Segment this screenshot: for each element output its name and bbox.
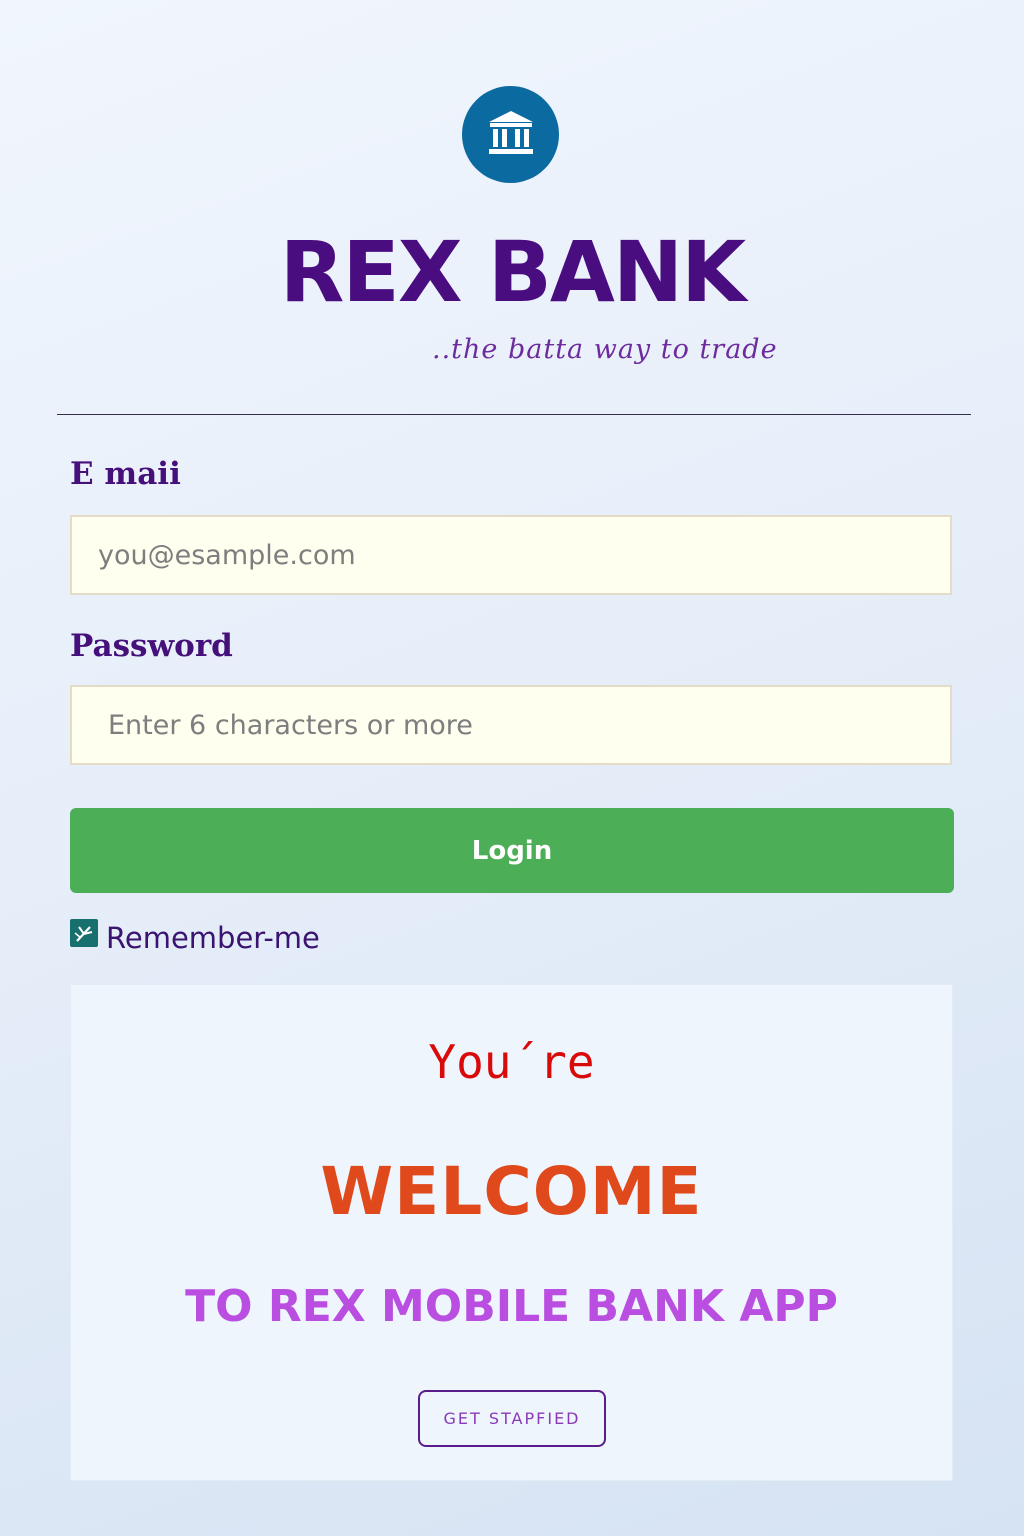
- bank-logo: [462, 86, 559, 183]
- header-divider: [57, 414, 971, 415]
- welcome-pre-text: You´re: [428, 1035, 595, 1089]
- brand-title: REX BANK: [279, 223, 747, 321]
- welcome-subheading: TO REX MOBILE BANK APP: [185, 1281, 838, 1332]
- email-field[interactable]: [70, 515, 952, 595]
- checkbox-icon[interactable]: [70, 919, 98, 947]
- brand-tagline: ..the batta way to trade: [432, 334, 778, 365]
- password-field[interactable]: [70, 685, 952, 765]
- remember-me-label: Remember-me: [106, 921, 320, 955]
- password-label: Password: [70, 628, 233, 664]
- welcome-heading: WELCOME: [320, 1153, 703, 1230]
- get-started-button[interactable]: GET STAPFIED: [418, 1390, 606, 1447]
- login-button[interactable]: Login: [70, 808, 954, 893]
- welcome-card: You´re WELCOME TO REX MOBILE BANK APP GE…: [71, 985, 952, 1480]
- bank-building-icon: [489, 111, 533, 154]
- remember-me-option[interactable]: Remember-me: [70, 916, 320, 960]
- email-label: E maii: [70, 456, 181, 492]
